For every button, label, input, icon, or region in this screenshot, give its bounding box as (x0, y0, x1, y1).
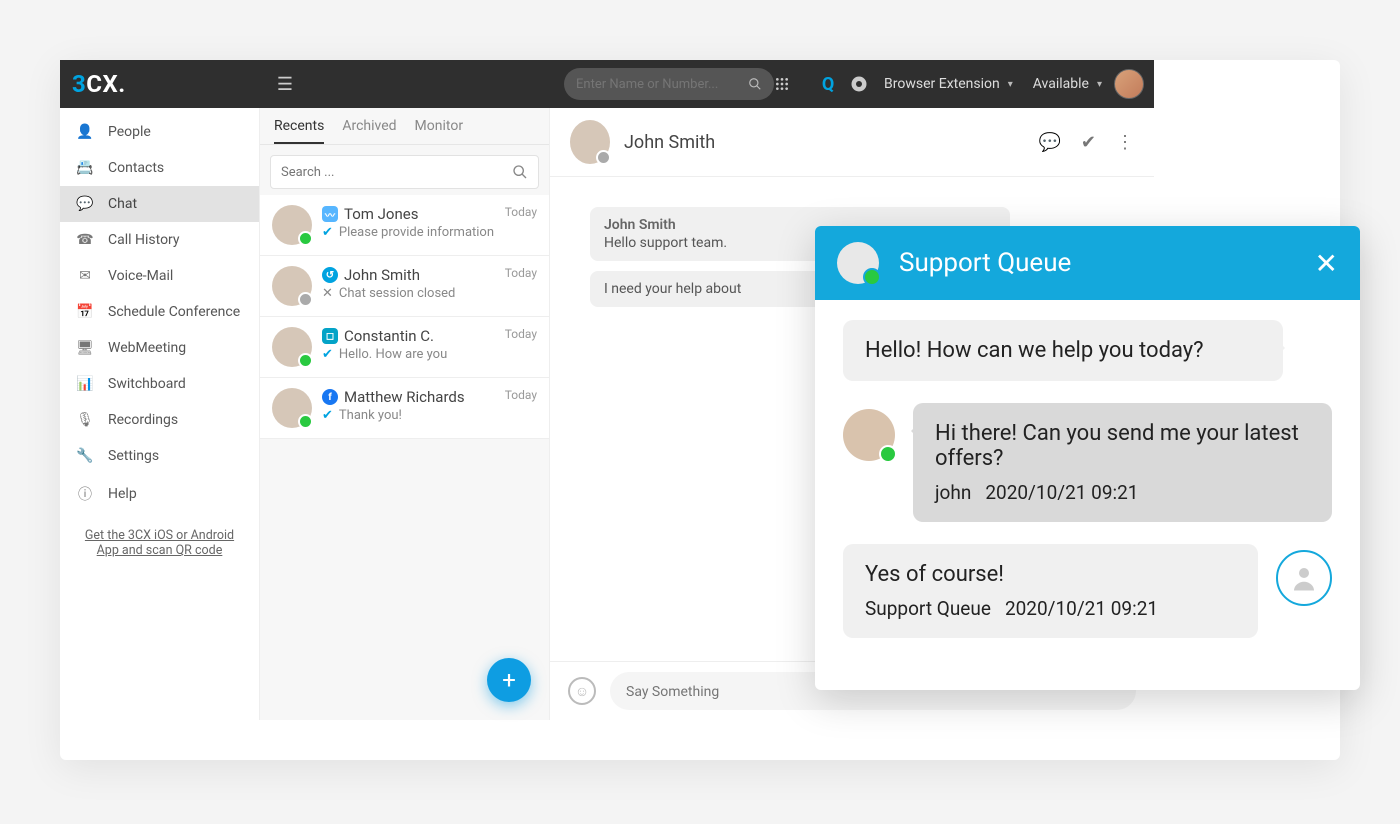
close-icon[interactable]: ✕ (1315, 247, 1338, 280)
chat-icon: 💬 (76, 196, 94, 212)
sidebar-item-recordings[interactable]: 🎙Recordings (60, 402, 259, 438)
message-text: Hello support team. (604, 235, 727, 251)
source-icon: f (322, 389, 338, 405)
sidebar-item-schedule[interactable]: 📅Schedule Conference (60, 294, 259, 330)
browser-ext-dropdown[interactable]: Browser Extension (876, 76, 1021, 92)
wrench-icon: 🔧 (76, 448, 94, 464)
sidebar-item-chat[interactable]: 💬Chat (60, 186, 259, 222)
message-author: Support Queue (865, 597, 991, 620)
more-icon[interactable]: ⋮ (1116, 132, 1134, 153)
message-text: I need your help about (604, 281, 741, 297)
queue-icon[interactable]: Q (810, 74, 846, 95)
tab-monitor[interactable]: Monitor (415, 118, 464, 144)
mail-icon: ✉ (76, 268, 94, 284)
chat-time: Today (505, 205, 537, 219)
search-icon (512, 164, 528, 180)
chat-action-icon[interactable]: 💬 (1038, 132, 1060, 153)
sidebar-item-webmeeting[interactable]: 🖥WebMeeting (60, 330, 259, 366)
chat-row[interactable]: ↺John Smith ✕Chat session closed Today (260, 256, 549, 317)
info-icon: ⓘ (76, 484, 94, 504)
sidebar-item-call-history[interactable]: ☎Call History (60, 222, 259, 258)
sidebar-footer-link[interactable]: Get the 3CX iOS or Android App and scan … (60, 514, 259, 572)
close-icon: ✕ (322, 286, 333, 301)
conversation-header: John Smith 💬 ✔ ⋮ (550, 108, 1154, 177)
message-text: Yes of course! (865, 562, 1004, 587)
source-icon: ↺ (322, 267, 338, 283)
avatar (272, 205, 312, 245)
tab-archived[interactable]: Archived (342, 118, 396, 144)
list-tabs: Recents Archived Monitor (260, 108, 549, 145)
global-search[interactable] (564, 68, 774, 100)
emoji-icon[interactable]: ☺ (568, 677, 596, 705)
chat-row[interactable]: 〰Tom Jones ✔Please provide information T… (260, 195, 549, 256)
logo[interactable]: 3CX. (60, 70, 260, 98)
search-icon (748, 77, 762, 91)
list-search-input[interactable] (281, 165, 512, 180)
avatar (837, 242, 879, 284)
topbar: 3CX. ☰ Q Browser Extension Available (60, 60, 1154, 108)
sidebar-item-switchboard[interactable]: 📊Switchboard (60, 366, 259, 402)
contacts-icon: 📇 (76, 160, 94, 176)
message-author: john (935, 481, 971, 504)
support-popup: Support Queue ✕ Hello! How can we help y… (815, 226, 1360, 690)
check-icon: ✔ (322, 408, 333, 423)
sidebar-item-people[interactable]: 👤People (60, 114, 259, 150)
sidebar-item-settings[interactable]: 🔧Settings (60, 438, 259, 474)
status-dropdown[interactable]: Available (1025, 76, 1110, 92)
mic-icon: 🎙 (76, 412, 94, 428)
avatar (272, 388, 312, 428)
check-icon: ✔ (322, 347, 333, 362)
dialpad-icon[interactable] (774, 76, 810, 92)
popup-message: Yes of course! Support Queue 2020/10/21 0… (843, 544, 1258, 638)
source-icon: ◻ (322, 328, 338, 344)
chrome-icon (846, 75, 872, 93)
chat-time: Today (505, 266, 537, 280)
avatar (272, 327, 312, 367)
avatar (272, 266, 312, 306)
phone-icon: ☎ (76, 232, 94, 248)
source-icon: 〰 (322, 206, 338, 222)
chat-row[interactable]: fMatthew Richards ✔Thank you! Today (260, 378, 549, 439)
chat-time: Today (505, 327, 537, 341)
sidebar-item-voicemail[interactable]: ✉Voice-Mail (60, 258, 259, 294)
sidebar: 👤People 📇Contacts 💬Chat ☎Call History ✉V… (60, 108, 260, 720)
global-search-input[interactable] (576, 77, 748, 92)
message-text: Hi there! Can you send me your latest of… (935, 421, 1299, 471)
chat-time: Today (505, 388, 537, 402)
chat-list-column: Recents Archived Monitor 〰Tom Jones ✔Ple… (260, 108, 550, 720)
popup-message: Hi there! Can you send me your latest of… (913, 403, 1332, 522)
chat-list: 〰Tom Jones ✔Please provide information T… (260, 195, 549, 720)
sidebar-item-contacts[interactable]: 📇Contacts (60, 150, 259, 186)
tab-recents[interactable]: Recents (274, 118, 324, 144)
sidebar-item-help[interactable]: ⓘHelp (60, 474, 259, 514)
bars-icon: 📊 (76, 376, 94, 392)
message-text: Hello! How can we help you today? (865, 338, 1204, 363)
calendar-icon: 📅 (76, 304, 94, 320)
agent-avatar-ring[interactable] (1276, 550, 1332, 606)
popup-message: Hello! How can we help you today? (843, 320, 1283, 381)
message-time: 2020/10/21 09:21 (985, 481, 1138, 504)
list-search[interactable] (270, 155, 539, 189)
hamburger-icon[interactable]: ☰ (260, 74, 310, 95)
avatar (570, 120, 610, 164)
check-icon: ✔ (322, 225, 333, 240)
mark-done-icon[interactable]: ✔ (1081, 132, 1096, 153)
people-icon: 👤 (76, 124, 94, 140)
message-time: 2020/10/21 09:21 (1005, 597, 1158, 620)
avatar (843, 409, 895, 461)
monitor-icon: 🖥 (76, 340, 94, 356)
new-chat-fab[interactable]: + (487, 658, 531, 702)
popup-header: Support Queue ✕ (815, 226, 1360, 300)
conversation-title: John Smith (624, 132, 715, 153)
avatar[interactable] (1114, 69, 1144, 99)
chat-row[interactable]: ◻Constantin C. ✔Hello. How are you Today (260, 317, 549, 378)
popup-title: Support Queue (899, 248, 1071, 278)
